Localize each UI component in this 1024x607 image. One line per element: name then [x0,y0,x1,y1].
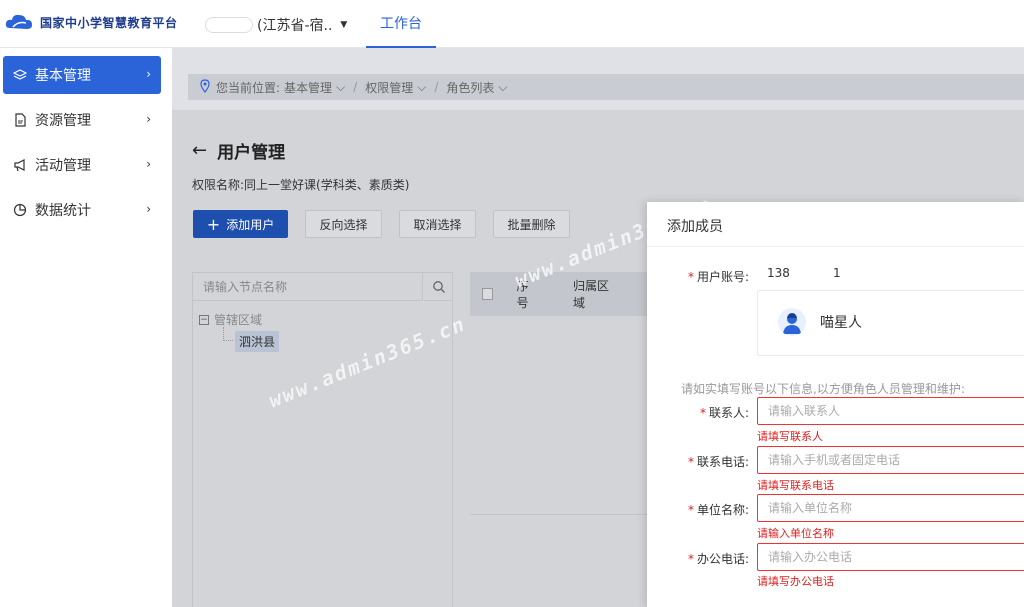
add-user-button[interactable]: + 添加用户 [193,210,288,238]
cloud-logo-icon [4,10,34,34]
batch-delete-button[interactable]: 批量删除 [493,210,570,238]
tree-root-node[interactable]: − 管辖区域 [199,311,262,328]
sidebar-item-label: 基本管理 [35,68,91,84]
chevron-right-icon: › [146,67,151,81]
dialog-title: 添加成员 [667,219,723,235]
avatar [778,308,806,336]
chevron-right-icon: › [146,157,151,171]
phone-input[interactable]: 请输入手机或者固定电话 [757,446,1024,474]
breadcrumb-item-basic[interactable]: 基本管理 [284,79,332,96]
page-title-text: 用户管理 [217,143,286,163]
sidebar-item-activity-management[interactable]: 活动管理 › [3,146,161,184]
organization-input[interactable]: 请输入单位名称 [757,494,1024,522]
sidebar-item-label: 活动管理 [35,158,91,174]
org-name-redacted [205,17,253,33]
organization-label: * 单位名称: [687,503,749,517]
sidebar-item-basic-management[interactable]: 基本管理 › [3,56,161,94]
logo-text: 国家中小学智慧教育平台 [40,15,178,30]
tab-workbench[interactable]: 工作台 [366,0,436,48]
sidebar-item-resource-management[interactable]: 资源管理 › [3,101,161,139]
office-phone-input[interactable]: 请输入办公电话 [757,543,1024,571]
cancel-select-button[interactable]: 取消选择 [399,210,476,238]
chevron-down-icon: ⌵ [498,79,508,94]
page-title: ← 用户管理 [192,138,285,163]
column-index: 序号 [516,279,529,310]
contact-error: 请填写联系人 [757,430,823,443]
platform-logo[interactable]: 国家中小学智慧教育平台 [4,10,178,34]
megaphone-icon [13,158,27,172]
breadcrumb-item-role-list[interactable]: 角色列表 [446,79,494,96]
breadcrumb-prefix: 您当前位置: [216,80,281,95]
table-header: 序号 归属区域 [470,272,650,316]
organization-error: 请输入单位名称 [757,527,834,540]
org-region: (江苏省-宿.. [257,18,333,34]
phone-error: 请填写联系电话 [757,479,834,492]
sidebar-item-label: 数据统计 [35,203,91,219]
search-icon[interactable] [424,273,453,301]
office-phone-error: 请填写办公电话 [757,575,834,588]
plus-icon: + [206,214,221,234]
chevron-down-icon: ⌵ [417,79,427,94]
back-arrow-icon[interactable]: ← [192,140,207,161]
permission-name: 权限名称:同上一堂好课(学科类、素质类) [192,178,410,192]
sidebar-item-data-statistics[interactable]: 数据统计 › [3,191,161,229]
sidebar-item-label: 资源管理 [35,113,91,129]
phone-label: * 联系电话: [687,455,749,469]
tree-child-node[interactable]: 泗洪县 [235,331,280,352]
chevron-right-icon: › [146,202,151,216]
breadcrumb: 您当前位置: 基本管理 ⌵ / 权限管理 ⌵ / 角色列表 ⌵ [188,74,1024,100]
user-name: 喵星人 [820,315,862,331]
region-tree-panel: 请输入节点名称 − 管辖区域 泗洪县 [192,272,453,607]
add-member-dialog: 添加成员 * 用户账号: 138 1 喵星人 请如实填写账号以下信息,以方便角色人… [647,202,1024,607]
contact-input[interactable]: 请输入联系人 [757,397,1024,425]
select-all-checkbox[interactable] [482,288,493,300]
account-value: 138 [767,266,790,280]
chevron-down-icon: ⌵ [336,79,346,94]
form-hint: 请如实填写账号以下信息,以方便角色人员管理和维护: [681,382,965,396]
reverse-select-button[interactable]: 反向选择 [305,210,382,238]
tree-search-input[interactable]: 请输入节点名称 [193,273,423,301]
file-icon [13,113,27,127]
chevron-right-icon: › [146,112,151,126]
contact-label: * 联系人: [699,406,749,420]
breadcrumb-item-permission[interactable]: 权限管理 [365,79,413,96]
sidebar: 基本管理 › 资源管理 › 活动管理 › 数据统计 › [0,48,172,607]
top-header: 国家中小学智慧教育平台 (江苏省-宿.. ▼ 工作台 [0,0,1024,48]
office-phone-label: * 办公电话: [687,552,749,566]
location-icon [198,78,212,96]
column-region: 归属区域 [573,279,610,310]
account-label: * 用户账号: [687,270,749,284]
caret-down-icon: ▼ [340,20,348,30]
org-selector[interactable]: (江苏省-宿.. ▼ [205,15,347,35]
account-value-suffix: 1 [833,266,841,280]
collapse-icon[interactable]: − [199,314,209,325]
layers-icon [13,68,27,82]
pie-chart-icon [13,203,27,217]
